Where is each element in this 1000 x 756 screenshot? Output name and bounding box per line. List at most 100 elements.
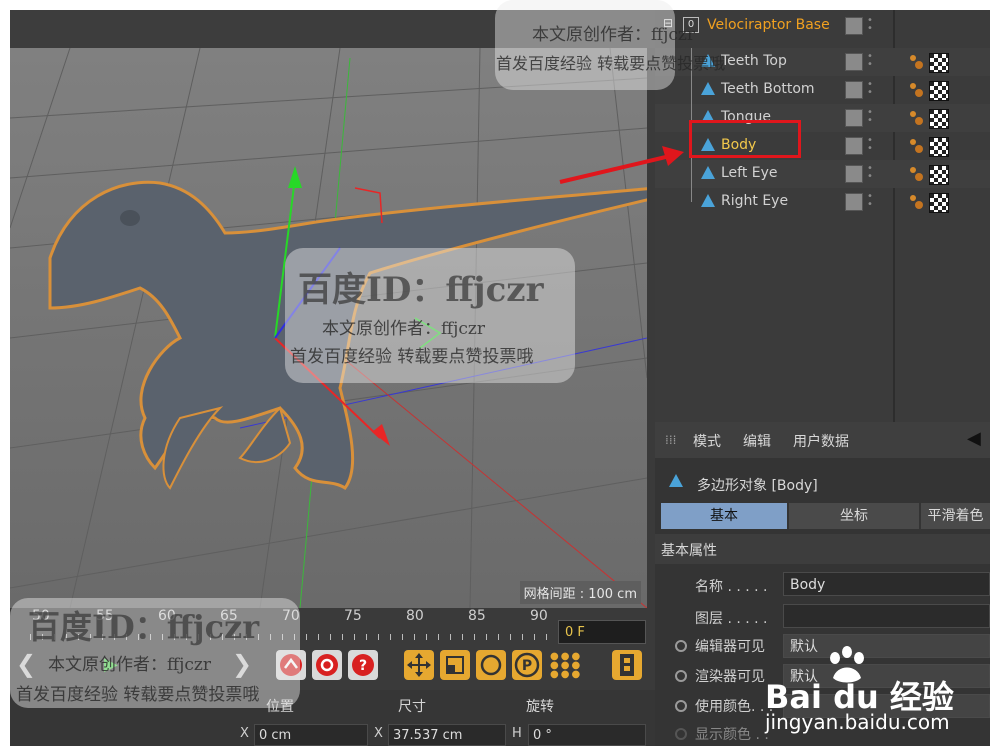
timeline-tick: 85 (468, 608, 486, 624)
polygon-object-icon (669, 474, 683, 487)
visibility-toggle-icon[interactable] (845, 137, 863, 155)
material-tag-icon[interactable] (907, 137, 925, 155)
attribute-menu-bar: ⁞⁞⁞ 模式 编辑 用户数据 ◀ (655, 422, 990, 458)
visibility-toggle-icon[interactable] (845, 109, 863, 127)
watermark-author: 本文原创作者：ffjczr (532, 25, 695, 45)
material-tag-icon[interactable] (907, 53, 925, 71)
menu-user-data[interactable]: 用户数据 (793, 431, 849, 451)
watermark-publish: 首发百度经验 转载要点赞投票哦 (496, 54, 726, 73)
render-dots-icon[interactable]: • • (867, 52, 873, 71)
watermark-publish: 首发百度经验 转载要点赞投票哦 (16, 685, 260, 705)
object-name: Teeth Bottom (721, 81, 815, 97)
object-row-velociraptor-base[interactable]: ⊟ 0 Velociraptor Base • • (655, 12, 990, 40)
render-dots-icon[interactable]: • • (867, 192, 873, 211)
visibility-toggle-icon[interactable] (845, 193, 863, 211)
texture-tag-icon[interactable] (929, 81, 949, 101)
size-x-label: X (374, 726, 383, 741)
texture-tag-icon[interactable] (929, 137, 949, 157)
object-row-body[interactable]: Body • • (655, 120, 990, 160)
material-tag-icon[interactable] (907, 193, 925, 211)
watermark-author: 本文原创作者：ffjczr (48, 655, 211, 675)
polygon-object-icon (701, 194, 715, 207)
pos-x-label: X (240, 726, 249, 741)
highlight-box (689, 120, 801, 158)
rot-h-field[interactable]: 0 ° (528, 724, 646, 746)
autokey-button[interactable] (312, 650, 342, 680)
tab-coordinates[interactable]: 坐标 (789, 503, 919, 529)
display-color-radio[interactable] (675, 728, 687, 740)
render-dots-icon[interactable]: • • (867, 16, 873, 35)
timeline-tick: 80 (406, 608, 424, 624)
material-tag-icon[interactable] (907, 165, 925, 183)
svg-text:P: P (522, 658, 532, 674)
render-dots-icon[interactable]: • • (867, 80, 873, 99)
polygon-object-icon (701, 82, 715, 95)
layer-label: 图层 . . . . . (695, 611, 768, 627)
size-x-field[interactable]: 37.537 cm (388, 724, 506, 746)
svg-text:?: ? (359, 658, 367, 674)
object-row-teeth-bottom[interactable]: Teeth Bottom • • (655, 76, 990, 104)
object-name: Left Eye (721, 165, 778, 181)
texture-tag-icon[interactable] (929, 109, 949, 129)
rotate-tool-button[interactable] (476, 650, 506, 680)
use-color-label: 使用颜色. . . (695, 699, 774, 715)
use-color-radio[interactable] (675, 700, 687, 712)
watermark-author: 本文原创作者：ffjczr (322, 319, 485, 339)
tab-phong[interactable]: 平滑着色 (921, 503, 990, 529)
watermark-publish: 首发百度经验 转载要点赞投票哦 (290, 347, 534, 367)
object-row-right-eye[interactable]: Right Eye • • (655, 188, 990, 216)
watermark-backdrop (495, 0, 675, 90)
object-name: Velociraptor Base (707, 17, 830, 33)
grid-dots-icon[interactable]: ●●● ●●● ●●● (550, 652, 580, 680)
polygon-object-icon (701, 166, 715, 179)
name-label: 名称 . . . . . (695, 579, 768, 595)
menu-mode[interactable]: 模式 (693, 431, 721, 451)
grid-spacing-label: 网格间距 : 100 cm (519, 581, 641, 604)
timeline-tick: 75 (344, 608, 362, 624)
visibility-toggle-icon[interactable] (845, 53, 863, 71)
object-name: Right Eye (721, 193, 789, 209)
texture-tag-icon[interactable] (929, 165, 949, 185)
render-dots-icon[interactable]: • • (867, 108, 873, 127)
baidu-jingyan-logo: Bai du 经验 jingyan.baidu.com (765, 646, 995, 736)
editor-visible-radio[interactable] (675, 640, 687, 652)
move-tool-button[interactable] (404, 650, 434, 680)
render-dots-icon[interactable]: • • (867, 136, 873, 155)
scale-tool-button[interactable] (440, 650, 470, 680)
section-title: 基本属性 (661, 543, 717, 559)
watermark-baidu-id: 百度ID：ffjczr (28, 608, 260, 646)
param-tool-button[interactable]: P (512, 650, 542, 680)
timeline-tick: 90 (530, 608, 548, 624)
material-tag-icon[interactable] (907, 81, 925, 99)
grip-icon: ⁞⁞⁞ (665, 433, 677, 447)
watermark-baidu-id: 百度ID：ffjczr (298, 270, 544, 310)
texture-tag-icon[interactable] (929, 53, 949, 73)
keyframe-help-button[interactable]: ? (348, 650, 378, 680)
menu-edit[interactable]: 编辑 (743, 431, 771, 451)
render-visible-label: 渲染器可见 (695, 669, 765, 685)
render-visible-radio[interactable] (675, 670, 687, 682)
texture-tag-icon[interactable] (929, 193, 949, 213)
annotation-arrow (559, 146, 684, 184)
attribute-object-title: 多边形对象 [Body] (697, 478, 818, 494)
layer-field[interactable] (783, 604, 990, 628)
site-url: jingyan.baidu.com (765, 710, 950, 734)
tab-basic[interactable]: 基本 (661, 503, 787, 529)
visibility-toggle-icon[interactable] (845, 81, 863, 99)
render-dots-icon[interactable]: • • (867, 164, 873, 183)
rotation-header: 旋转 (526, 699, 554, 715)
pos-x-field[interactable]: 0 cm (254, 724, 368, 746)
object-row-left-eye[interactable]: Left Eye • • (655, 160, 990, 188)
name-field[interactable]: Body (783, 572, 990, 596)
material-tag-icon[interactable] (907, 109, 925, 127)
size-header: 尺寸 (398, 699, 426, 715)
visibility-toggle-icon[interactable] (845, 17, 863, 35)
editor-visible-label: 编辑器可见 (695, 639, 765, 655)
visibility-toggle-icon[interactable] (845, 165, 863, 183)
current-frame-field[interactable]: 0 F (558, 620, 646, 644)
back-arrow-icon[interactable]: ◀ (967, 428, 981, 449)
filmstrip-icon[interactable] (612, 650, 642, 680)
hierarchy-line (691, 76, 692, 104)
object-name: Teeth Top (721, 53, 787, 69)
display-color-label: 显示颜色 . . (695, 727, 769, 743)
